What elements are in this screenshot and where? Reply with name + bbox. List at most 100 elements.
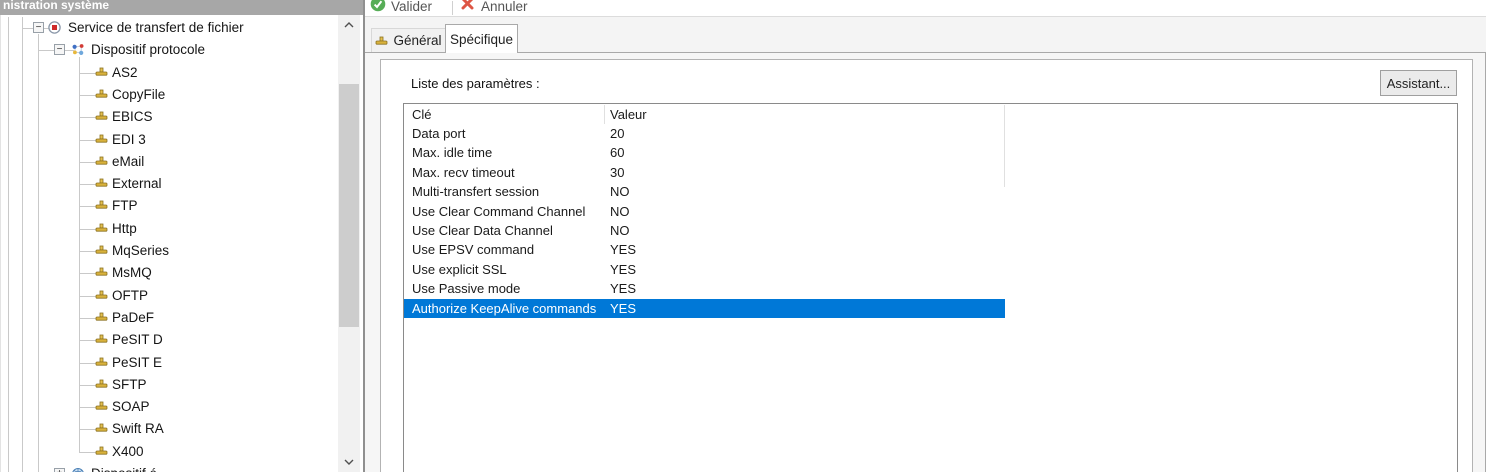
plug-icon [95, 155, 109, 169]
plug-icon [95, 356, 109, 370]
param-key: Use explicit SSL [412, 262, 507, 277]
params-groupbox: Liste des paramètres : Assistant... Clé … [380, 59, 1473, 472]
param-row-use-clear-data-channel[interactable]: Use Clear Data ChannelNO [404, 221, 1457, 240]
cross-icon [460, 0, 475, 11]
expander-minus[interactable]: − [54, 44, 65, 55]
param-row-multi-transfert-session[interactable]: Multi-transfert sessionNO [404, 182, 1457, 201]
protocol-tree: −Service de transfert de fichier−Disposi… [0, 15, 337, 472]
tree-item-service-de-transfert-de-fichier[interactable]: −Service de transfert de fichier [1, 17, 337, 39]
expander-minus[interactable]: − [33, 22, 44, 33]
tree-item-external[interactable]: External [1, 173, 337, 195]
param-key: Use Passive mode [412, 281, 520, 296]
tree-item-ebics[interactable]: EBICS [1, 106, 337, 128]
tab-general-label: Général [393, 33, 441, 48]
plug-icon [95, 266, 109, 280]
tree-item-pesit-d[interactable]: PeSIT D [1, 329, 337, 351]
column-header-value[interactable]: Valeur [610, 107, 647, 122]
tree-item-label: External [112, 176, 162, 191]
tree-item-label: FTP [112, 198, 138, 213]
tree-item-sftp[interactable]: SFTP [1, 374, 337, 396]
validate-label: Valider [391, 0, 432, 14]
assistant-button[interactable]: Assistant... [1380, 70, 1457, 96]
tree-item-label: CopyFile [112, 87, 165, 102]
param-value: NO [610, 204, 630, 219]
tree-item-label: Dispositif protocole [91, 42, 205, 57]
tree-scrollbar[interactable] [338, 15, 360, 472]
tree-item-label: SOAP [112, 399, 150, 414]
scroll-down-button[interactable] [338, 452, 360, 472]
plug-icon [95, 88, 109, 102]
scrollbar-thumb[interactable] [339, 84, 359, 327]
param-key: Data port [412, 126, 465, 141]
window-title-bar: nistration système [0, 0, 363, 15]
tree-item-swift-ra[interactable]: Swift RA [1, 418, 337, 440]
tree-item-msmq[interactable]: MsMQ [1, 262, 337, 284]
plug-icon [95, 422, 109, 436]
tree-item-label: MsMQ [112, 265, 152, 280]
tree-item-label: Dispositif é [91, 466, 157, 472]
column-separator[interactable] [604, 105, 605, 124]
tree-item-padef[interactable]: PaDeF [1, 307, 337, 329]
column-header-key[interactable]: Clé [412, 107, 432, 122]
tree-item-x400[interactable]: X400 [1, 441, 337, 463]
tree-item-label: PeSIT E [112, 355, 162, 370]
cancel-label: Annuler [481, 0, 528, 14]
tree-item-http[interactable]: Http [1, 218, 337, 240]
tree-item-label: EDI 3 [112, 132, 146, 147]
plug-icon [95, 177, 109, 191]
tree-item-as2[interactable]: AS2 [1, 62, 337, 84]
tab-strip: Général Spécifique [365, 17, 1486, 52]
tab-general[interactable]: Général [371, 28, 446, 52]
tree-item-mqseries[interactable]: MqSeries [1, 240, 337, 262]
plug-icon [95, 244, 109, 258]
tree-item-label: Swift RA [112, 421, 164, 436]
param-row-use-epsv-command[interactable]: Use EPSV command YES [404, 240, 1457, 259]
cancel-button[interactable]: Annuler [460, 0, 540, 16]
tree-item-copyfile[interactable]: CopyFile [1, 84, 337, 106]
toolbar: Valider Annuler [365, 0, 1486, 17]
tree-item-ftp[interactable]: FTP [1, 195, 337, 217]
param-value: YES [610, 301, 636, 316]
param-row-use-clear-command-channel[interactable]: Use Clear Command ChannelNO [404, 202, 1457, 221]
tree-item-label: AS2 [112, 65, 138, 80]
tree-item-soap[interactable]: SOAP [1, 396, 337, 418]
tree-item-dispositif[interactable]: + Dispositif é [1, 463, 337, 472]
expander-plus[interactable]: + [54, 468, 65, 472]
molecule-icon [71, 43, 85, 57]
plug-icon [95, 222, 109, 236]
tree-item-pesit-e[interactable]: PeSIT E [1, 352, 337, 374]
tree-item-label: X400 [112, 444, 144, 459]
tree-item-oftp[interactable]: OFTP [1, 285, 337, 307]
param-value: YES [610, 242, 636, 257]
plug-icon [375, 35, 388, 47]
param-row-max-recv-timeout[interactable]: Max. recv timeout30 [404, 163, 1457, 182]
plug-icon [95, 199, 109, 213]
param-key: Max. idle time [412, 145, 492, 160]
plug-icon [95, 378, 109, 392]
param-row-use-explicit-ssl[interactable]: Use explicit SSLYES [404, 260, 1457, 279]
param-value: YES [610, 281, 636, 296]
scroll-up-button[interactable] [338, 15, 360, 35]
tree-item-edi-3[interactable]: EDI 3 [1, 129, 337, 151]
param-key: Use EPSV command [412, 242, 534, 257]
param-value: NO [610, 223, 630, 238]
tree-item-label: PeSIT D [112, 332, 163, 347]
editor-panel: Valider Annuler Général Spécifique [365, 0, 1488, 472]
param-row-authorize-keepalive-commands[interactable]: Authorize KeepAlive commandsYES [404, 299, 1005, 318]
tree-item-dispositif-protocole[interactable]: − Dispositif protocole [1, 39, 337, 61]
param-row-max-idle-time[interactable]: Max. idle time60 [404, 143, 1457, 162]
param-row-use-passive-mode[interactable]: Use Passive mode YES [404, 279, 1457, 298]
tab-specific[interactable]: Spécifique [445, 24, 518, 53]
plug-icon [95, 445, 109, 459]
tree-item-label: OFTP [112, 288, 148, 303]
param-row-data-port[interactable]: Data port20 [404, 124, 1457, 143]
app-window: nistration système −Service de transfert… [0, 0, 1488, 472]
chevron-down-icon [344, 459, 354, 465]
params-label: Liste des paramètres : [411, 76, 540, 91]
validate-button[interactable]: Valider [370, 0, 448, 16]
window-title: nistration système [3, 0, 109, 13]
param-key: Multi-transfert session [412, 184, 539, 199]
tree-item-email[interactable]: eMail [1, 151, 337, 173]
param-value: 30 [610, 165, 624, 180]
tree-item-label: Http [112, 221, 137, 236]
